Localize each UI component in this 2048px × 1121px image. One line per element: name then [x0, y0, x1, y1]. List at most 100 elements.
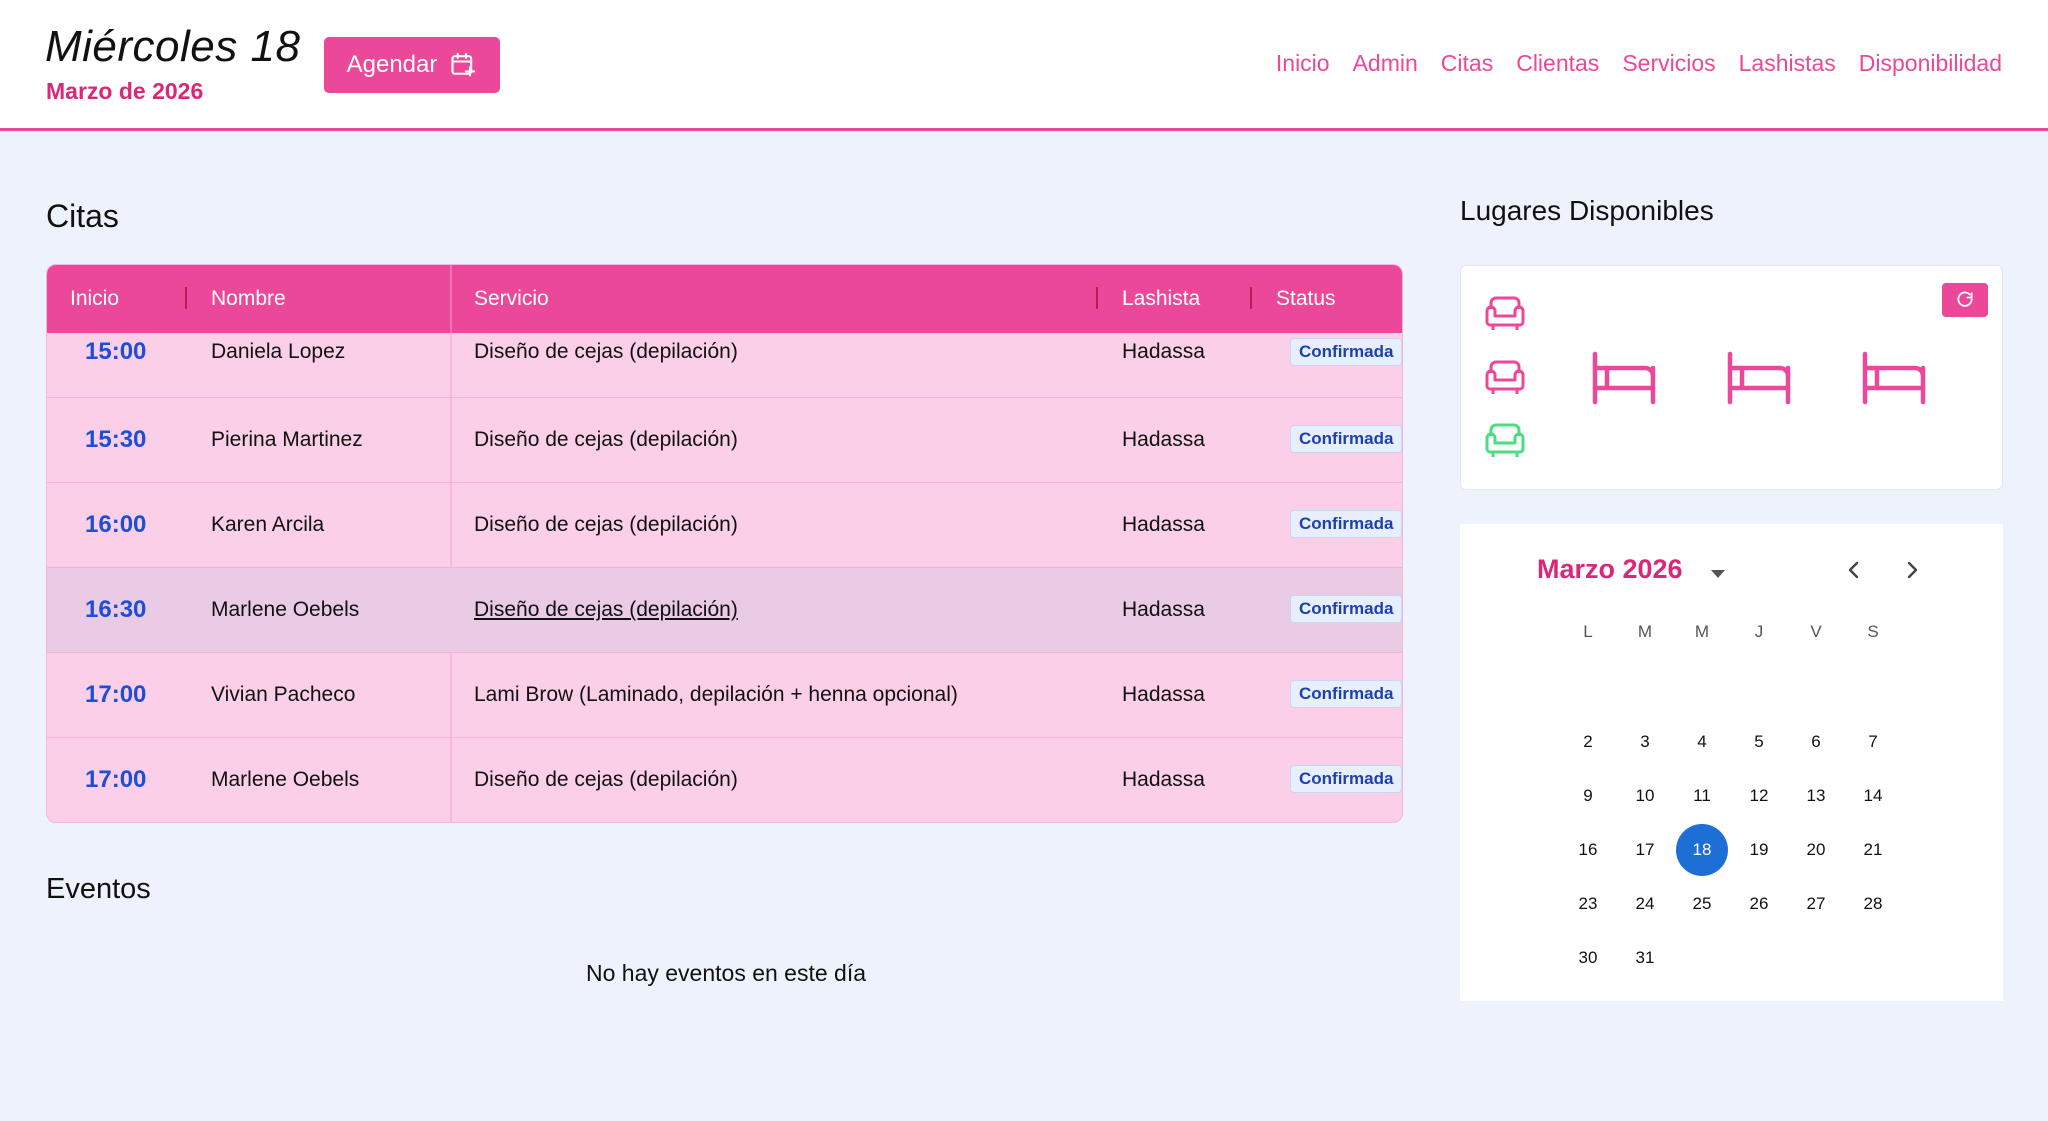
service-name: Diseño de cejas (depilación): [474, 340, 738, 363]
status-badge: Confirmada: [1290, 338, 1402, 366]
col-header-status[interactable]: Status: [1276, 287, 1336, 311]
calendar-day-selected[interactable]: 18: [1676, 824, 1728, 876]
calendar-day[interactable]: 2: [1562, 716, 1614, 768]
seat-spot[interactable]: [1483, 294, 1527, 339]
current-month-subtitle: Marzo de 2026: [46, 78, 204, 104]
top-header: Miércoles 18 Marzo de 2026 Agendar Inici…: [0, 0, 2048, 131]
weekday-label: M: [1694, 622, 1710, 641]
table-row[interactable]: 16:30 Marlene Oebels Diseño de cejas (de…: [47, 567, 1402, 652]
calendar-day[interactable]: 6: [1790, 716, 1842, 768]
table-row[interactable]: 15:00 Daniela Lopez Diseño de cejas (dep…: [47, 333, 1402, 397]
calendar-day[interactable]: 31: [1619, 932, 1671, 984]
nav-disponibilidad[interactable]: Disponibilidad: [1859, 50, 2002, 77]
calendar-day[interactable]: 20: [1790, 824, 1842, 876]
weekday-label: J: [1754, 622, 1764, 641]
armchair-icon: [1485, 360, 1525, 394]
calendar-day[interactable]: 23: [1562, 878, 1614, 930]
agendar-button[interactable]: Agendar: [324, 37, 500, 93]
calendar-month-label[interactable]: Marzo 2026: [1537, 554, 1683, 585]
caret-down-icon: [1711, 570, 1725, 578]
status-badge: Confirmada: [1290, 595, 1402, 623]
calendar-day[interactable]: 25: [1676, 878, 1728, 930]
calendar-day[interactable]: 16: [1562, 824, 1614, 876]
lashista-name: Hadassa: [1122, 598, 1205, 621]
calendar-plus-icon: [451, 52, 476, 77]
nav-servicios[interactable]: Servicios: [1622, 50, 1715, 77]
calendar-day[interactable]: 11: [1676, 770, 1728, 822]
agendar-label: Agendar: [346, 51, 438, 78]
bed-spot[interactable]: [1591, 350, 1657, 411]
nav-clientas[interactable]: Clientas: [1516, 50, 1599, 77]
calendar-day[interactable]: 24: [1619, 878, 1671, 930]
calendar-day[interactable]: 27: [1790, 878, 1842, 930]
table-row[interactable]: 16:00 Karen Arcila Diseño de cejas (depi…: [47, 482, 1402, 567]
eventos-heading: Eventos: [46, 873, 151, 905]
bed-icon: [1727, 351, 1791, 405]
table-row[interactable]: 17:00 Marlene Oebels Diseño de cejas (de…: [47, 737, 1402, 822]
col-resize-handle[interactable]: [1250, 287, 1252, 309]
status-badge: Confirmada: [1290, 510, 1402, 538]
nav-lashistas[interactable]: Lashistas: [1739, 50, 1836, 77]
calendar-day[interactable]: 12: [1733, 770, 1785, 822]
client-name: Pierina Martinez: [211, 428, 363, 451]
refresh-button[interactable]: [1942, 283, 1988, 317]
seat-spot-available[interactable]: [1483, 421, 1527, 466]
armchair-icon: [1485, 296, 1525, 330]
next-month-button[interactable]: [1900, 558, 1924, 587]
lashista-name: Hadassa: [1122, 340, 1205, 363]
appointment-time: 17:00: [85, 681, 147, 708]
prev-month-button[interactable]: [1842, 558, 1866, 587]
col-header-lashista[interactable]: Lashista: [1122, 287, 1200, 311]
table-row[interactable]: 17:00 Vivian Pacheco Lami Brow (Laminado…: [47, 652, 1402, 737]
calendar-day[interactable]: 7: [1847, 716, 1899, 768]
calendar-day[interactable]: 30: [1562, 932, 1614, 984]
calendar-day[interactable]: 14: [1847, 770, 1899, 822]
table-header: Inicio Nombre Servicio Lashista Status: [47, 265, 1402, 333]
calendar-day[interactable]: 4: [1676, 716, 1728, 768]
lashista-name: Hadassa: [1122, 683, 1205, 706]
calendar-day[interactable]: 26: [1733, 878, 1785, 930]
lashista-name: Hadassa: [1122, 768, 1205, 791]
lashista-name: Hadassa: [1122, 513, 1205, 536]
appointment-time: 17:00: [85, 766, 147, 793]
calendar-day[interactable]: 28: [1847, 878, 1899, 930]
chevron-right-icon: [1907, 561, 1918, 579]
col-header-servicio[interactable]: Servicio: [474, 287, 549, 311]
calendar-day[interactable]: 17: [1619, 824, 1671, 876]
calendar-day[interactable]: 5: [1733, 716, 1785, 768]
calendar-day[interactable]: 19: [1733, 824, 1785, 876]
chevron-left-icon: [1848, 561, 1859, 579]
bed-spot[interactable]: [1861, 350, 1927, 411]
seat-spot[interactable]: [1483, 358, 1527, 403]
month-dropdown-caret[interactable]: [1710, 566, 1726, 584]
calendar-day[interactable]: 3: [1619, 716, 1671, 768]
mini-calendar: Marzo 2026 L M M J V S 2 3 4 5 6 7 9 10 11 12 13 14…: [1460, 524, 2003, 1001]
col-header-inicio[interactable]: Inicio: [70, 287, 119, 311]
nav-admin[interactable]: Admin: [1353, 50, 1418, 77]
appointment-time: 16:30: [85, 596, 147, 623]
col-resize-handle[interactable]: [450, 265, 452, 333]
weekday-label: V: [1810, 622, 1822, 641]
refresh-icon: [1957, 291, 1973, 307]
col-resize-handle[interactable]: [1096, 287, 1098, 309]
service-name: Diseño de cejas (depilación): [474, 768, 738, 791]
lashista-name: Hadassa: [1122, 428, 1205, 451]
bed-spot[interactable]: [1726, 350, 1792, 411]
nav-citas[interactable]: Citas: [1441, 50, 1493, 77]
lugares-heading: Lugares Disponibles: [1460, 195, 1714, 226]
status-badge: Confirmada: [1290, 680, 1402, 708]
status-badge: Confirmada: [1290, 425, 1402, 453]
col-resize-handle[interactable]: [185, 287, 187, 309]
calendar-day[interactable]: 10: [1619, 770, 1671, 822]
calendar-day[interactable]: 21: [1847, 824, 1899, 876]
appointment-time: 15:00: [85, 338, 147, 365]
armchair-icon: [1485, 423, 1525, 457]
nav-inicio[interactable]: Inicio: [1276, 50, 1330, 77]
calendar-day[interactable]: 13: [1790, 770, 1842, 822]
table-row[interactable]: 15:30 Pierina Martinez Diseño de cejas (…: [47, 397, 1402, 482]
service-name[interactable]: Diseño de cejas (depilación): [474, 598, 738, 622]
current-day-title: Miércoles 18: [45, 22, 301, 71]
col-header-nombre[interactable]: Nombre: [211, 287, 286, 311]
service-name: Diseño de cejas (depilación): [474, 428, 738, 451]
calendar-day[interactable]: 9: [1562, 770, 1614, 822]
